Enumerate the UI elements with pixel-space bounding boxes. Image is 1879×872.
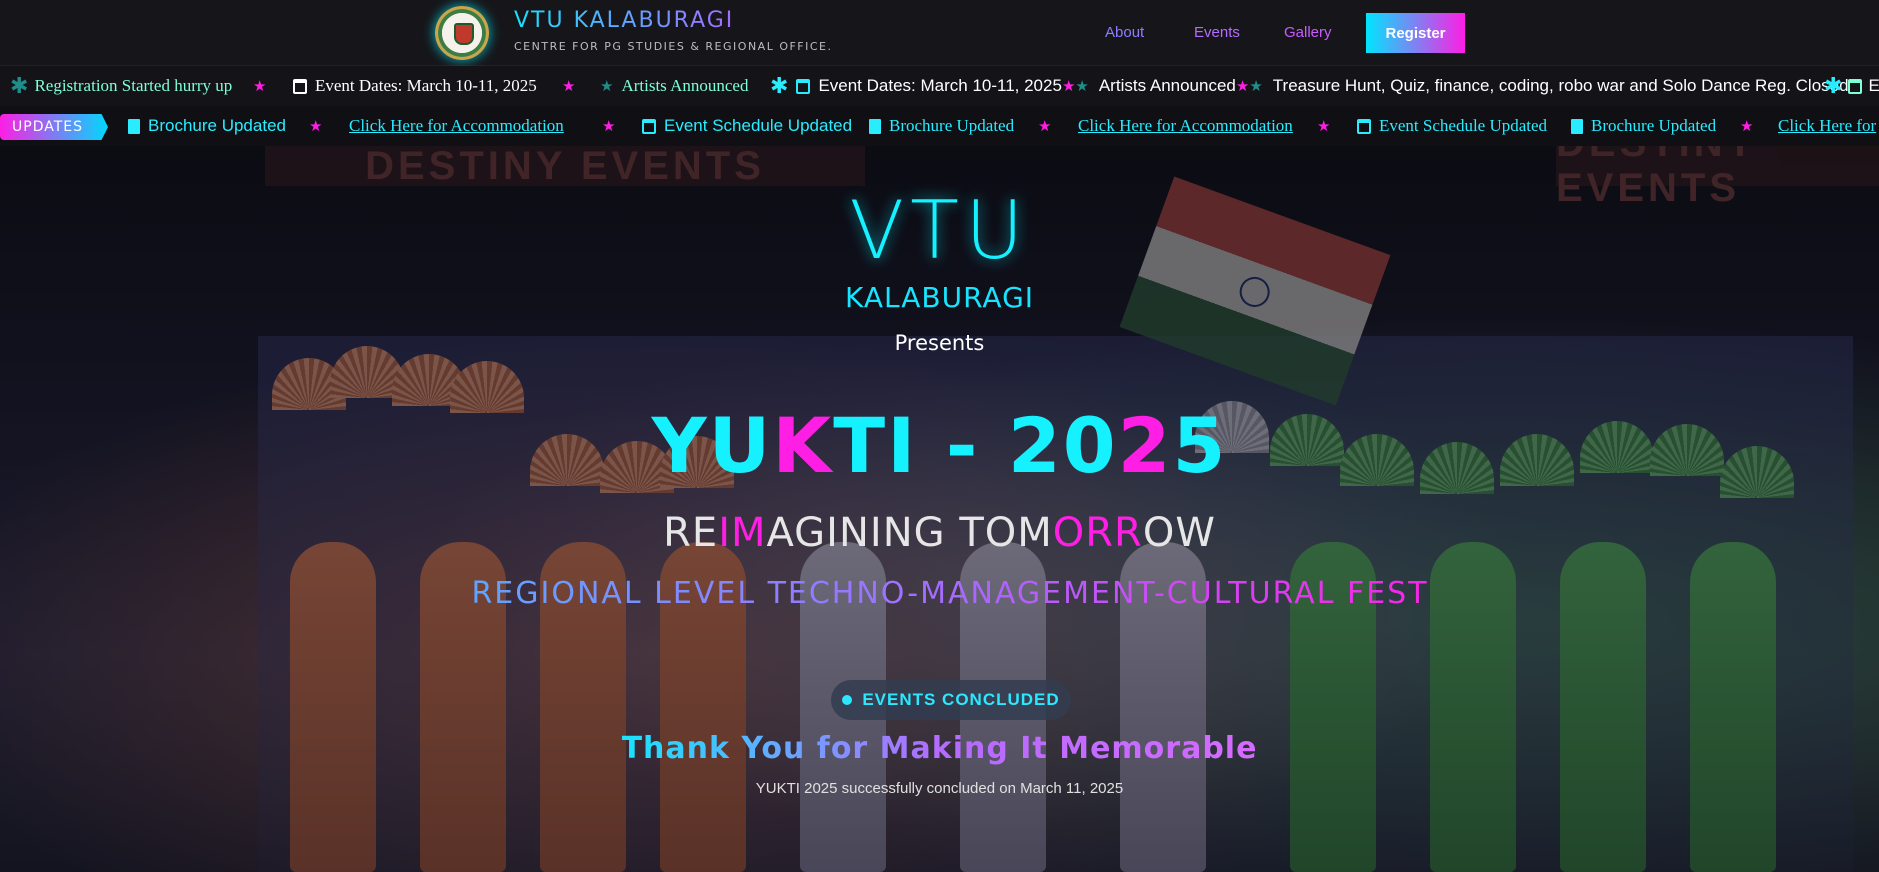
accommodation-link[interactable]: Click Here for bbox=[1778, 106, 1876, 146]
ticker-text: Event Schedule Updated bbox=[1379, 116, 1548, 135]
announcement-ticker: ✱ Registration Started hurry up ★ Event … bbox=[0, 66, 1879, 106]
updates-ticker: Brochure Updated ★ Click Here for Accomm… bbox=[0, 106, 1879, 146]
ticker-item: Brochure Updated bbox=[869, 106, 1014, 146]
ticker-item: Event Schedule Updated bbox=[642, 106, 852, 146]
thank-you-text: Thank You for Making It Memorable bbox=[621, 731, 1258, 766]
site-subtitle: CENTRE FOR PG STUDIES & REGIONAL OFFICE. bbox=[514, 40, 833, 53]
ticker-text: Event Dates: March 10-11, 2025 bbox=[818, 76, 1062, 95]
asterisk-icon: ✱ bbox=[10, 73, 29, 99]
tagline-part: RE bbox=[663, 510, 719, 556]
document-icon bbox=[1571, 118, 1583, 134]
ticker-item: ✱ E bbox=[1824, 66, 1879, 106]
star-icon: ★ bbox=[602, 117, 616, 135]
status-dot-icon bbox=[842, 695, 853, 705]
top-navbar: VTU KALABURAGI CENTRE FOR PG STUDIES & R… bbox=[0, 0, 1879, 66]
thank-you-heading: Thank You for Making It Memorable bbox=[0, 731, 1879, 766]
nav-gallery-link[interactable]: Gallery bbox=[1284, 24, 1332, 41]
star-icon: ★ bbox=[253, 77, 267, 95]
accommodation-link[interactable]: Click Here for Accommodation bbox=[1078, 106, 1293, 146]
ticker-text: Event Dates: March 10-11, 2025 bbox=[315, 76, 537, 95]
ticker-text: Treasure Hunt, Quiz, finance, coding, ro… bbox=[1272, 76, 1849, 95]
star-outline-icon: ★ bbox=[1075, 77, 1089, 95]
tagline-part: IM bbox=[718, 510, 767, 556]
ticker-item: ★ Artists Announced bbox=[600, 66, 748, 106]
ticker-item: Event Schedule Updated bbox=[1357, 106, 1547, 146]
accommodation-link[interactable]: Click Here for Accommodation bbox=[349, 106, 564, 146]
tagline-part: AGINING TOM bbox=[766, 510, 1053, 556]
tagline-part: ORR bbox=[1052, 510, 1143, 556]
star-icon: ★ bbox=[1061, 77, 1076, 95]
star-icon: ★ bbox=[309, 117, 323, 135]
calendar-icon bbox=[796, 78, 811, 94]
star-icon: ★ bbox=[1317, 117, 1331, 135]
event-title: YUKTI - 2025 bbox=[0, 401, 1879, 490]
ticker-item: Brochure Updated bbox=[1571, 106, 1716, 146]
star-icon: ★ bbox=[1038, 117, 1052, 135]
conclusion-note: YUKTI 2025 successfully concluded on Mar… bbox=[755, 780, 1124, 797]
tagline-part: OW bbox=[1142, 510, 1216, 556]
status-badge: EVENTS CONCLUDED bbox=[831, 680, 1071, 720]
document-icon bbox=[869, 118, 881, 134]
hero-org-city: KALABURAGI bbox=[844, 281, 1035, 314]
ticker-text: Brochure Updated bbox=[1591, 116, 1717, 135]
title-part: K bbox=[772, 401, 834, 490]
ticker-item: ✱ Event Dates: March 10-11, 2025 ★ ★ Art… bbox=[770, 66, 1849, 106]
star-icon: ★ bbox=[1235, 77, 1250, 95]
ticker-item: Brochure Updated bbox=[128, 106, 286, 146]
ticker-text: Artists Announced bbox=[621, 76, 749, 95]
document-icon bbox=[128, 118, 140, 134]
ticker-text: Event Schedule Updated bbox=[664, 116, 853, 135]
vtu-logo[interactable] bbox=[435, 6, 489, 60]
asterisk-icon: ✱ bbox=[1824, 73, 1843, 99]
event-description: REGIONAL LEVEL TECHNO-MANAGEMENT-CULTURA… bbox=[430, 576, 1470, 612]
calendar-icon bbox=[1848, 78, 1863, 94]
updates-badge: UPDATES bbox=[0, 114, 108, 140]
ticker-text: Brochure Updated bbox=[148, 116, 286, 135]
register-button[interactable]: Register bbox=[1366, 13, 1465, 53]
ticker-item: ✱ Registration Started hurry up bbox=[10, 66, 232, 106]
title-part: TI - 20 bbox=[833, 401, 1118, 490]
nav-about-link[interactable]: About bbox=[1105, 24, 1144, 41]
title-part: YU bbox=[651, 401, 773, 490]
hero-section: DESTINY EVENTS DESTINY EVENTS VTU KALABU… bbox=[0, 146, 1879, 872]
hero-org-name: VTU bbox=[849, 184, 1030, 277]
asterisk-icon: ✱ bbox=[770, 73, 789, 99]
star-outline-icon: ★ bbox=[600, 77, 614, 95]
ticker-item: Event Dates: March 10-11, 2025 bbox=[293, 66, 537, 106]
ticker-text: Artists Announced bbox=[1098, 76, 1236, 95]
star-icon: ★ bbox=[1740, 117, 1754, 135]
status-text: EVENTS CONCLUDED bbox=[862, 690, 1060, 709]
presents-text: Presents bbox=[894, 331, 985, 355]
event-tagline: REIMAGINING TOMORROW bbox=[0, 510, 1879, 556]
site-title[interactable]: VTU KALABURAGI bbox=[514, 8, 734, 33]
title-part: 2 bbox=[1117, 401, 1173, 490]
calendar-icon bbox=[642, 118, 656, 134]
star-icon: ★ bbox=[562, 77, 576, 95]
ticker-text: E bbox=[1868, 76, 1879, 95]
nav-events-link[interactable]: Events bbox=[1194, 24, 1240, 41]
calendar-icon bbox=[1357, 118, 1371, 134]
ticker-text: Registration Started hurry up bbox=[34, 76, 233, 95]
ticker-text: Brochure Updated bbox=[889, 116, 1015, 135]
star-outline-icon: ★ bbox=[1249, 77, 1263, 95]
calendar-icon bbox=[293, 78, 307, 94]
title-part: 5 bbox=[1172, 401, 1228, 490]
